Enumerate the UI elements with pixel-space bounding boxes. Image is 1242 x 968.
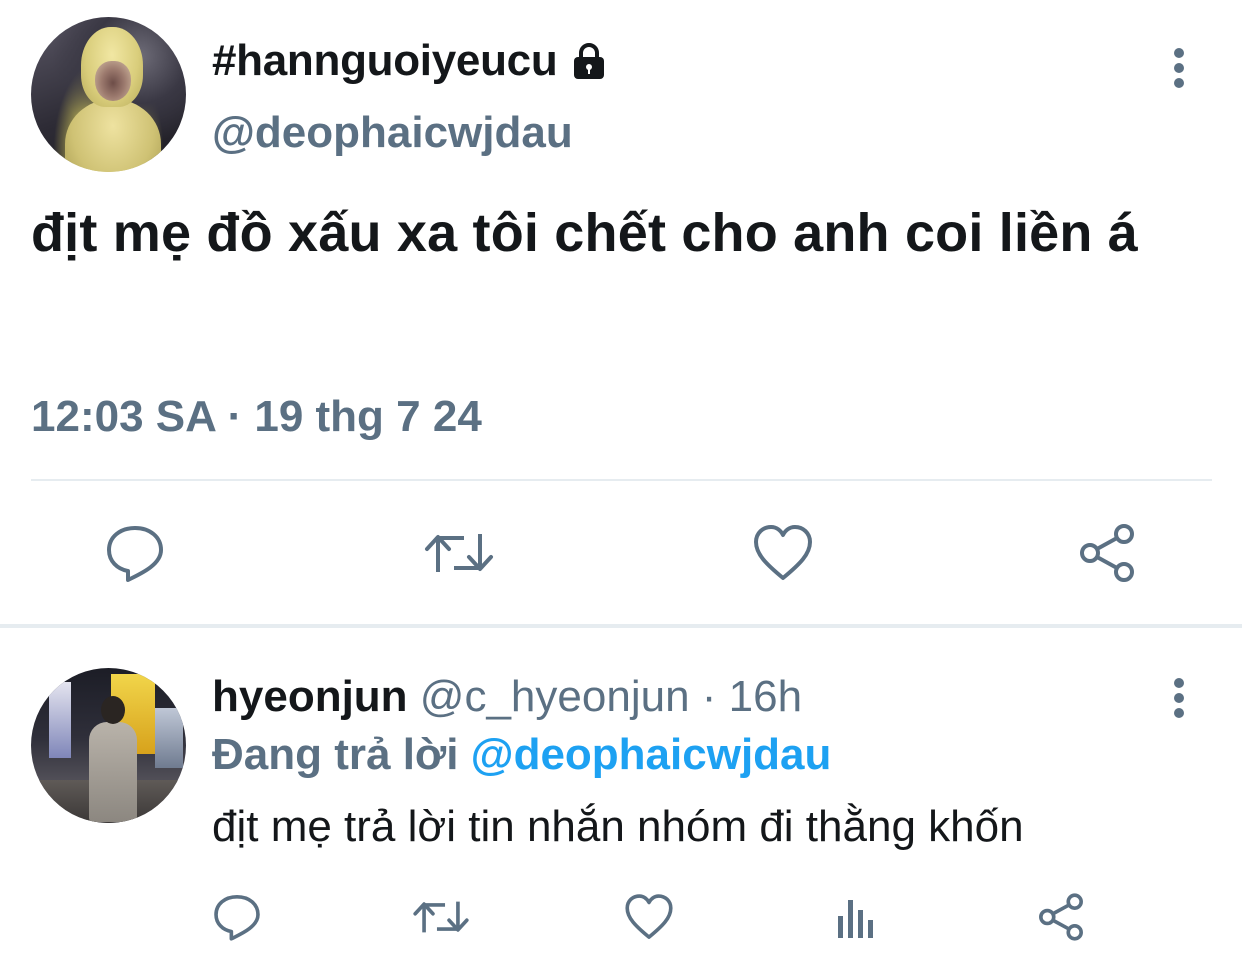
avatar-duck-beak <box>95 61 131 101</box>
views-icon[interactable] <box>832 892 882 942</box>
reply-avatar[interactable] <box>31 668 186 823</box>
avatar[interactable] <box>31 17 186 172</box>
tweet-text: địt mẹ đồ xấu xa tôi chết cho anh coi li… <box>31 203 1139 263</box>
reply-handle[interactable]: @c_hyeonjun <box>420 672 690 721</box>
main-tweet: #hannguoiyeucu @deophaicwjdau địt mẹ đồ … <box>0 0 1242 626</box>
retweet-icon[interactable] <box>424 522 494 584</box>
share-icon[interactable] <box>1076 522 1138 584</box>
avatar-billboard <box>155 708 183 768</box>
avatar-billboard <box>49 682 71 758</box>
tweet-timestamp[interactable]: 12:03 SA · 19 thg 7 24 <box>31 392 482 442</box>
more-vertical-icon[interactable] <box>1164 668 1194 728</box>
section-separator <box>0 624 1242 628</box>
more-vertical-icon[interactable] <box>1164 38 1194 98</box>
lock-icon <box>574 43 605 79</box>
avatar-person-head <box>101 696 125 724</box>
reply-handle-text: @c_hyeonjun <box>419 672 690 721</box>
replying-to: Đang trả lời @deophaicwjdau <box>212 730 831 780</box>
author-handle[interactable]: @deophaicwjdau <box>212 108 573 158</box>
avatar-person-body <box>89 722 137 822</box>
avatar-duck-body <box>65 99 161 172</box>
reply-icon[interactable] <box>212 892 262 942</box>
heart-icon[interactable] <box>752 522 814 584</box>
heart-icon[interactable] <box>624 892 674 942</box>
replying-to-handle[interactable]: @deophaicwjdau <box>471 730 832 779</box>
replying-to-label: Đang trả lời <box>212 730 459 779</box>
reply-icon[interactable] <box>104 522 166 584</box>
author-display-name[interactable]: #hannguoiyeucu <box>212 36 609 86</box>
reply-display-name[interactable]: hyeonjun <box>212 672 408 721</box>
share-icon[interactable] <box>1036 892 1086 942</box>
reply-text: địt mẹ trả lời tin nhắn nhóm đi thằng kh… <box>212 802 1024 851</box>
reply-separator: · <box>689 672 729 721</box>
author-name-text: #hannguoiyeucu <box>212 36 558 85</box>
divider <box>31 479 1212 481</box>
reply-header: hyeonjun @c_hyeonjun · 16h <box>212 672 802 722</box>
reply-time[interactable]: 16h <box>729 672 802 721</box>
retweet-icon[interactable] <box>412 892 470 942</box>
